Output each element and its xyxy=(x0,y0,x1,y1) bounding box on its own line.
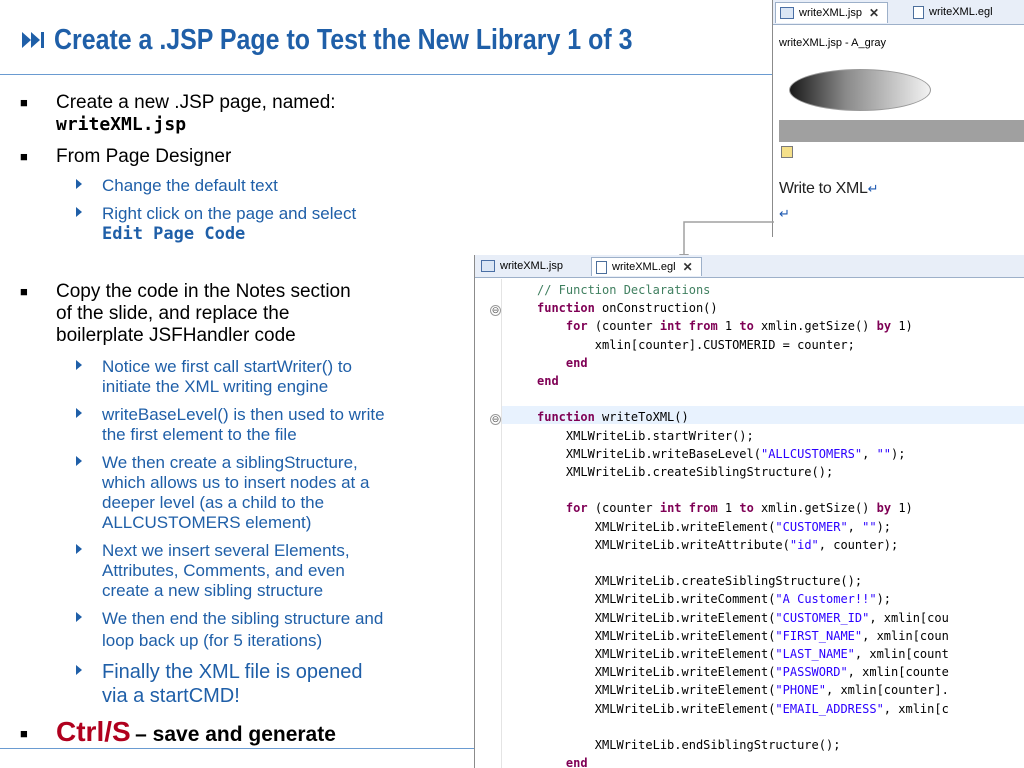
code-text[interactable]: // Function Declarations function onCons… xyxy=(537,281,949,768)
gradient-oval-graphic xyxy=(789,69,931,111)
sub-bullet-text-line: Next we insert several Elements, xyxy=(102,541,350,560)
title-divider xyxy=(0,74,775,75)
sub-bullet-text-line: Notice we first call startWriter() to xyxy=(102,357,353,376)
slide-title-text: Create a .JSP Page to Test the New Libra… xyxy=(54,23,633,56)
square-bullet-icon: ■ xyxy=(20,726,28,741)
sub-bullet-text-line: ALLCUSTOMERS element) xyxy=(102,513,312,532)
sub-bullet-text-line: Attributes, Comments, and even xyxy=(102,561,345,580)
sub-bullet-text: Change the default text xyxy=(102,176,278,195)
tab-writexml-egl[interactable]: writeXML.egl ✕ xyxy=(591,257,702,276)
triangle-bullet-icon xyxy=(76,408,82,418)
bottom-divider xyxy=(0,748,474,749)
tab-label: writeXML.jsp xyxy=(500,260,563,272)
return-mark-icon: ↵ xyxy=(867,181,879,196)
shortcut-description: – save and generate xyxy=(135,723,336,746)
triangle-bullet-icon xyxy=(76,665,82,675)
sub-bullet-text-line: We then end the sibling structure and xyxy=(102,609,384,628)
close-icon[interactable]: ✕ xyxy=(869,6,879,20)
tab-label: writeXML.egl xyxy=(612,261,676,273)
bullet-text-line: Copy the code in the Notes section xyxy=(56,281,351,302)
bullet-text: From Page Designer xyxy=(56,146,232,167)
sub-bullet-open-file: Finally the XML file is opened via a sta… xyxy=(76,660,363,708)
edit-pencil-icon[interactable] xyxy=(781,146,793,158)
code-editor-screenshot: writeXML.jsp writeXML.egl ✕ ⊖ ⊖ // Funct… xyxy=(474,255,1024,768)
jsp-file-icon xyxy=(780,7,794,19)
triangle-bullet-icon xyxy=(76,179,82,189)
write-to-xml-label: Write to XML xyxy=(779,180,868,197)
sub-bullet-right-click: Right click on the page and select Edit … xyxy=(76,204,357,244)
sub-bullet-text-line: deeper level (as a child to the xyxy=(102,493,325,512)
sub-bullet-text-line: create a new sibling structure xyxy=(102,581,324,600)
sub-bullet-insert-elements: Next we insert several Elements, Attribu… xyxy=(76,541,350,601)
sub-bullet-text-line: initiate the XML writing engine xyxy=(102,377,329,396)
bullet-copy-code: ■ Copy the code in the Notes section of … xyxy=(20,281,351,347)
square-bullet-icon: ■ xyxy=(20,95,28,110)
egl-file-icon xyxy=(596,260,607,274)
play-forward-icon xyxy=(22,32,44,48)
bullet-page-designer: ■ From Page Designer xyxy=(20,146,232,168)
gray-bar-graphic xyxy=(779,120,1024,142)
sub-bullet-text-line: writeBaseLevel() is then used to write xyxy=(102,405,385,424)
bullet-text: Create a new .JSP page, named: xyxy=(56,92,336,113)
sub-bullet-code: Edit Page Code xyxy=(102,224,246,244)
jsp-file-icon xyxy=(481,260,495,272)
triangle-bullet-icon xyxy=(76,456,82,466)
tab-label: writeXML.jsp xyxy=(799,7,862,19)
sub-bullet-start-writer: Notice we first call startWriter() to in… xyxy=(76,357,353,397)
slide-title: Create a .JSP Page to Test the New Libra… xyxy=(20,20,727,60)
sub-bullet-end-sibling: We then end the sibling structure and lo… xyxy=(76,609,384,651)
sub-bullet-text-line: the first element to the file xyxy=(102,425,297,444)
sub-bullet-text: Right click on the page and select xyxy=(102,204,357,223)
sub-bullet-text-line: via a startCMD! xyxy=(102,685,240,707)
sub-bullet-base-level: writeBaseLevel() is then used to write t… xyxy=(76,405,385,445)
fold-toggle-icon[interactable]: ⊖ xyxy=(490,305,501,316)
sub-bullet-text-line: Finally the XML file is opened xyxy=(102,661,363,683)
triangle-bullet-icon xyxy=(76,207,82,217)
bullet-save-generate: ■ Ctrl/S – save and generate xyxy=(20,716,336,748)
return-mark-icon: ↵ xyxy=(779,206,790,221)
designer-tab-bar: writeXML.jsp ✕ writeXML.egl xyxy=(773,0,1024,25)
egl-file-icon xyxy=(913,5,924,19)
triangle-bullet-icon xyxy=(76,360,82,370)
write-to-xml-text[interactable]: Write to XML↵ xyxy=(779,180,878,198)
sub-bullet-text-line: loop back up (for 5 iterations) xyxy=(102,631,323,650)
tab-label: writeXML.egl xyxy=(929,6,993,18)
editor-gutter: ⊖ ⊖ xyxy=(475,279,502,768)
tab-writexml-jsp[interactable]: writeXML.jsp xyxy=(477,257,571,275)
page-designer-screenshot: writeXML.jsp ✕ writeXML.egl writeXML.jsp… xyxy=(772,0,1024,237)
close-icon[interactable]: ✕ xyxy=(683,260,693,274)
sub-bullet-text-line: We then create a siblingStructure, xyxy=(102,453,358,472)
fold-toggle-icon[interactable]: ⊖ xyxy=(490,414,501,425)
shortcut-key: Ctrl/S xyxy=(56,716,131,747)
tab-writexml-egl[interactable]: writeXML.egl xyxy=(909,2,1001,22)
bullet-text-line: boilerplate JSFHandler code xyxy=(56,325,296,346)
sub-bullet-text-line: which allows us to insert nodes at a xyxy=(102,473,370,492)
bullet-text-line: of the slide, and replace the xyxy=(56,303,290,324)
triangle-bullet-icon xyxy=(76,612,82,622)
bullet-code: writeXML.jsp xyxy=(56,114,187,135)
sub-bullet-change-text: Change the default text xyxy=(76,176,278,196)
square-bullet-icon: ■ xyxy=(20,149,28,164)
tab-writexml-jsp[interactable]: writeXML.jsp ✕ xyxy=(775,2,889,23)
bullet-create-page: ■ Create a new .JSP page, named: writeXM… xyxy=(20,92,336,136)
sub-bullet-sibling-structure: We then create a siblingStructure, which… xyxy=(76,453,370,533)
page-doc-title: writeXML.jsp - A_gray xyxy=(779,37,886,49)
triangle-bullet-icon xyxy=(76,544,82,554)
square-bullet-icon: ■ xyxy=(20,284,28,299)
editor-tab-bar: writeXML.jsp writeXML.egl ✕ xyxy=(475,255,1024,278)
